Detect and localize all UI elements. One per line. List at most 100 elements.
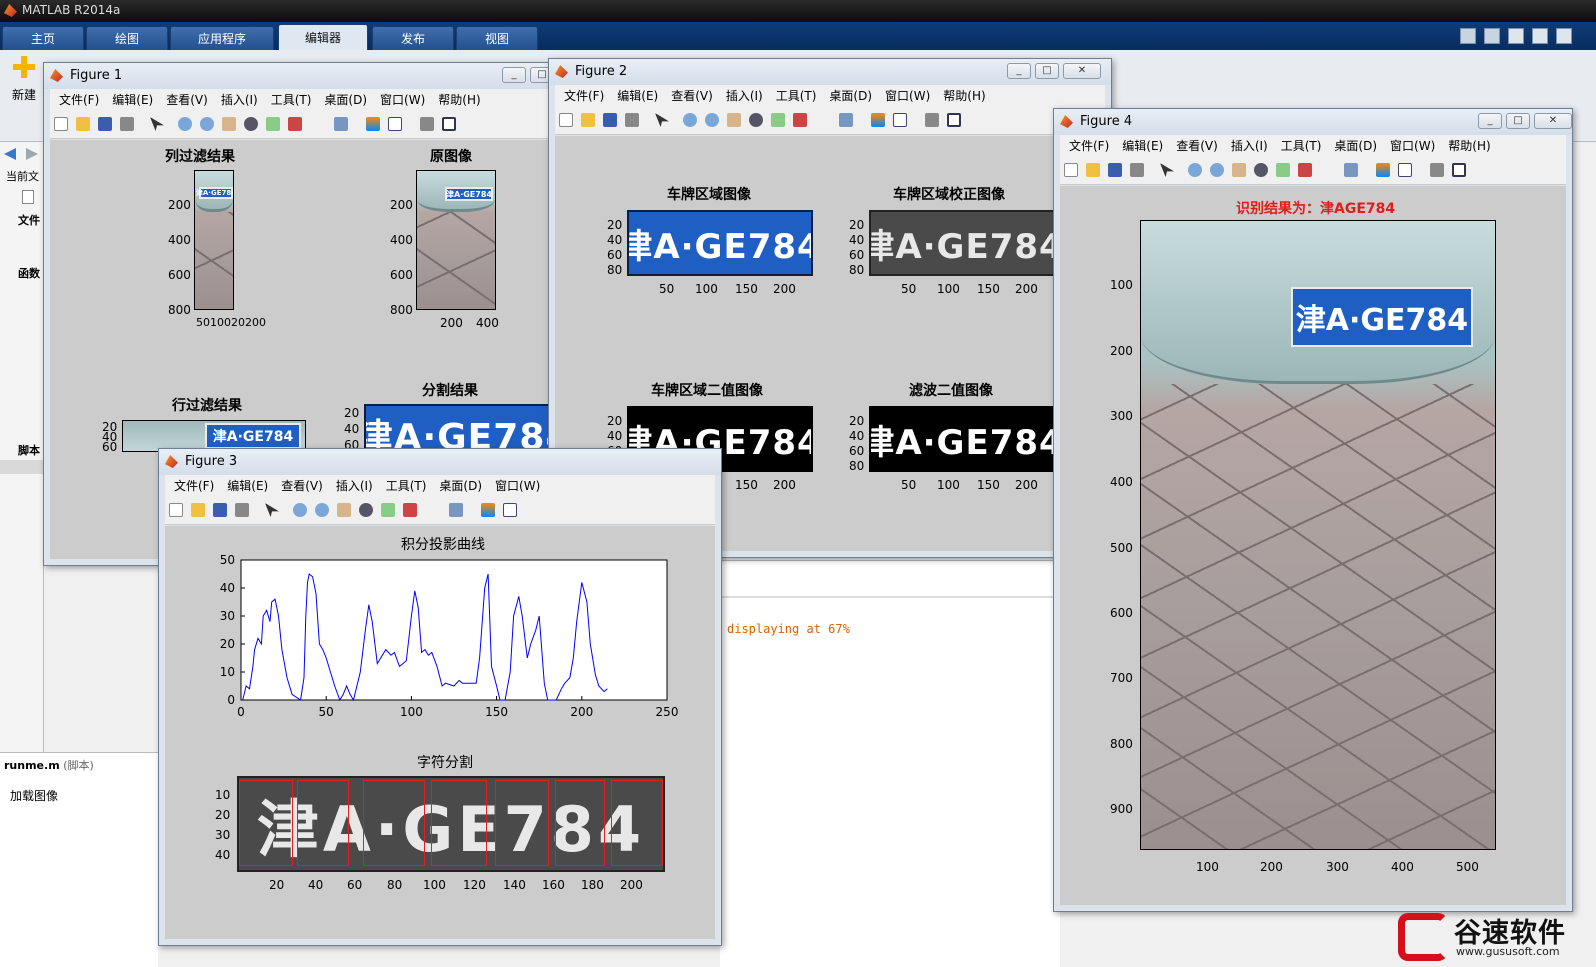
rotate-icon[interactable]	[359, 503, 373, 517]
menu-help[interactable]: 帮助(H)	[943, 89, 985, 103]
pointer-icon[interactable]	[265, 503, 279, 517]
legend-icon[interactable]	[503, 503, 517, 517]
save-icon[interactable]	[603, 113, 617, 127]
pan-icon[interactable]	[337, 503, 351, 517]
brush-icon[interactable]	[793, 113, 807, 127]
tab-publish[interactable]: 发布	[372, 26, 454, 50]
menu-desktop[interactable]: 桌面(D)	[1334, 139, 1377, 153]
print-icon[interactable]	[235, 503, 249, 517]
figure-4-titlebar[interactable]: Figure 4 _ □ ✕	[1054, 109, 1572, 135]
figure-1-titlebar[interactable]: Figure 1 _ □	[44, 63, 562, 89]
hide-tools-icon[interactable]	[925, 113, 939, 127]
open-icon[interactable]	[1086, 163, 1100, 177]
menu-help[interactable]: 帮助(H)	[1448, 139, 1490, 153]
zoom-out-icon[interactable]	[200, 117, 214, 131]
menu-tools[interactable]: 工具(T)	[1281, 139, 1322, 153]
save-quick-icon[interactable]	[1484, 28, 1500, 44]
save-icon[interactable]	[1108, 163, 1122, 177]
minimize-button[interactable]: _	[502, 67, 526, 83]
menu-view[interactable]: 查看(V)	[166, 93, 208, 107]
pointer-icon[interactable]	[655, 113, 669, 127]
nav-back-icon[interactable]	[4, 148, 16, 160]
minimize-button[interactable]: _	[1478, 113, 1502, 129]
menu-desktop[interactable]: 桌面(D)	[324, 93, 367, 107]
brush-icon[interactable]	[288, 117, 302, 131]
pointer-icon[interactable]	[150, 117, 164, 131]
brush-icon[interactable]	[1298, 163, 1312, 177]
rotate-icon[interactable]	[244, 117, 258, 131]
new-button[interactable]: 新建	[8, 56, 40, 116]
show-tools-icon[interactable]	[947, 113, 961, 127]
scripts-section[interactable]: 脚本	[18, 442, 40, 458]
new-figure-icon[interactable]	[559, 113, 573, 127]
save-icon[interactable]	[213, 503, 227, 517]
menu-window[interactable]: 窗口(W)	[1390, 139, 1435, 153]
close-button[interactable]: ✕	[1063, 63, 1101, 79]
link-icon[interactable]	[1344, 163, 1358, 177]
zoom-out-icon[interactable]	[1210, 163, 1224, 177]
maximize-button[interactable]: □	[1035, 63, 1059, 79]
nav-forward-icon[interactable]	[26, 148, 38, 160]
copy-quick-icon[interactable]	[1532, 28, 1548, 44]
show-tools-icon[interactable]	[442, 117, 456, 131]
link-icon[interactable]	[839, 113, 853, 127]
print-icon[interactable]	[1130, 163, 1144, 177]
open-icon[interactable]	[581, 113, 595, 127]
colorbar-icon[interactable]	[366, 117, 380, 131]
tab-plots[interactable]: 绘图	[86, 26, 168, 50]
save-icon[interactable]	[98, 117, 112, 131]
menu-tools[interactable]: 工具(T)	[386, 479, 427, 493]
pan-icon[interactable]	[727, 113, 741, 127]
menu-insert[interactable]: 插入(I)	[336, 479, 373, 493]
menu-edit[interactable]: 编辑(E)	[112, 93, 153, 107]
menu-file[interactable]: 文件(F)	[564, 89, 604, 103]
link-icon[interactable]	[334, 117, 348, 131]
pan-icon[interactable]	[222, 117, 236, 131]
new-figure-icon[interactable]	[54, 117, 68, 131]
new-figure-icon[interactable]	[1064, 163, 1078, 177]
menu-insert[interactable]: 插入(I)	[726, 89, 763, 103]
menu-edit[interactable]: 编辑(E)	[617, 89, 658, 103]
menu-help[interactable]: 帮助(H)	[438, 93, 480, 107]
minimize-button[interactable]: _	[1007, 63, 1031, 79]
zoom-in-icon[interactable]	[683, 113, 697, 127]
tab-apps[interactable]: 应用程序	[170, 26, 274, 50]
cut-quick-icon[interactable]	[1508, 28, 1524, 44]
selected-row[interactable]	[0, 460, 44, 474]
menu-window[interactable]: 窗口(W)	[495, 479, 540, 493]
menu-edit[interactable]: 编辑(E)	[227, 479, 268, 493]
rotate-icon[interactable]	[749, 113, 763, 127]
menu-tools[interactable]: 工具(T)	[776, 89, 817, 103]
menu-desktop[interactable]: 桌面(D)	[829, 89, 872, 103]
data-cursor-icon[interactable]	[771, 113, 785, 127]
maximize-button[interactable]: □	[1506, 113, 1530, 129]
tab-view[interactable]: 视图	[456, 26, 538, 50]
open-icon[interactable]	[191, 503, 205, 517]
menu-window[interactable]: 窗口(W)	[885, 89, 930, 103]
zoom-out-icon[interactable]	[315, 503, 329, 517]
quick-access-icon[interactable]	[1460, 28, 1476, 44]
menu-insert[interactable]: 插入(I)	[221, 93, 258, 107]
zoom-in-icon[interactable]	[178, 117, 192, 131]
menu-view[interactable]: 查看(V)	[281, 479, 323, 493]
print-icon[interactable]	[120, 117, 134, 131]
menu-tools[interactable]: 工具(T)	[271, 93, 312, 107]
menu-desktop[interactable]: 桌面(D)	[439, 479, 482, 493]
pan-icon[interactable]	[1232, 163, 1246, 177]
tab-home[interactable]: 主页	[2, 26, 84, 50]
colorbar-icon[interactable]	[871, 113, 885, 127]
figure-4-window[interactable]: Figure 4 _ □ ✕ 文件(F) 编辑(E) 查看(V) 插入(I) 工具(T)…	[1053, 108, 1573, 912]
menu-window[interactable]: 窗口(W)	[380, 93, 425, 107]
menu-file[interactable]: 文件(F)	[174, 479, 214, 493]
figure-2-titlebar[interactable]: Figure 2 _ □ ✕	[549, 59, 1111, 85]
data-cursor-icon[interactable]	[1276, 163, 1290, 177]
paste-quick-icon[interactable]	[1556, 28, 1572, 44]
menu-file[interactable]: 文件(F)	[1069, 139, 1109, 153]
menu-edit[interactable]: 编辑(E)	[1122, 139, 1163, 153]
zoom-out-icon[interactable]	[705, 113, 719, 127]
figure-3-window[interactable]: Figure 3 文件(F) 编辑(E) 查看(V) 插入(I) 工具(T) 桌面(D) 窗…	[158, 448, 722, 946]
data-cursor-icon[interactable]	[381, 503, 395, 517]
brush-icon[interactable]	[403, 503, 417, 517]
legend-icon[interactable]	[388, 117, 402, 131]
close-button[interactable]: ✕	[1534, 113, 1572, 129]
